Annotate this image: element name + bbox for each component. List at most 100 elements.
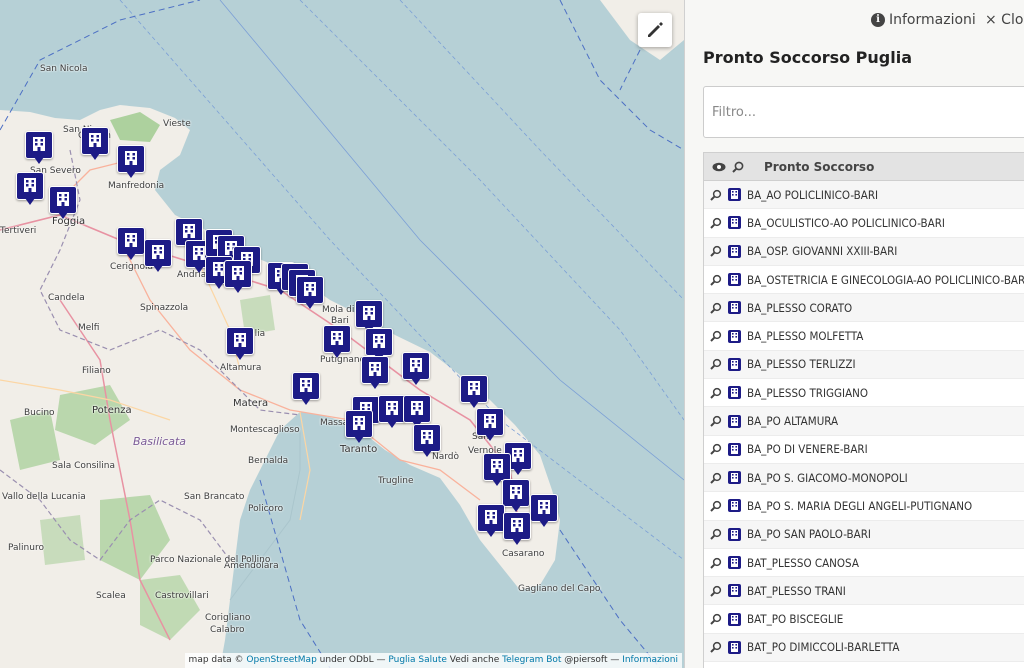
hospital-building-icon bbox=[24, 178, 36, 192]
hospital-marker[interactable] bbox=[292, 372, 320, 406]
place-label: Bucino bbox=[24, 408, 55, 418]
list-item[interactable]: BA_PLESSO TRIGGIANO bbox=[704, 379, 1024, 408]
list-item[interactable]: BA_PLESSO TERLIZZI bbox=[704, 350, 1024, 380]
hospital-marker[interactable] bbox=[117, 227, 145, 261]
pencil-icon bbox=[648, 22, 663, 37]
zoom-to-icon[interactable] bbox=[710, 613, 722, 625]
list-item[interactable]: BAT_PLESSO TRANI bbox=[704, 577, 1024, 606]
eye-icon[interactable] bbox=[712, 162, 726, 172]
hospital-building-icon bbox=[89, 133, 101, 147]
filter-input[interactable] bbox=[703, 86, 1024, 138]
list-item-label: BA_OSTETRICIA E GINECOLOGIA-AO POLICLINI… bbox=[747, 272, 1024, 287]
hospital-marker[interactable] bbox=[477, 504, 505, 538]
hospital-marker[interactable] bbox=[361, 356, 389, 390]
zoom-to-icon[interactable] bbox=[710, 189, 722, 201]
hospital-marker[interactable] bbox=[345, 410, 373, 444]
map-view[interactable]: San NicolaSan NicGarganViesteSan SeveroM… bbox=[0, 0, 684, 668]
hospital-building-icon bbox=[491, 459, 503, 473]
zoom-to-icon[interactable] bbox=[710, 217, 722, 229]
list-item[interactable]: BA_PO S. GIACOMO-MONOPOLI bbox=[704, 463, 1024, 493]
info-link-attribution[interactable]: Informazioni bbox=[622, 655, 678, 665]
hospital-marker[interactable] bbox=[402, 352, 430, 386]
hospital-building-icon bbox=[728, 527, 741, 541]
hospital-marker[interactable] bbox=[49, 186, 77, 220]
zoom-to-icon[interactable] bbox=[710, 387, 722, 399]
hospital-marker[interactable] bbox=[25, 131, 53, 165]
list-item[interactable]: BA_PO SAN PAOLO-BARI bbox=[704, 520, 1024, 549]
hospital-marker[interactable] bbox=[378, 395, 406, 429]
feature-list: Pronto Soccorso BA_AO POLICLINICO-BARI BA… bbox=[703, 152, 1024, 668]
hospital-marker[interactable] bbox=[503, 512, 531, 546]
list-item[interactable]: BA_PLESSO CORATO bbox=[704, 294, 1024, 323]
zoom-to-icon[interactable] bbox=[710, 472, 722, 484]
list-item[interactable]: BA_OCULISTICO-AO POLICLINICO-BARI bbox=[704, 209, 1024, 238]
hospital-building-icon bbox=[300, 378, 312, 392]
hospital-building-icon bbox=[728, 612, 741, 626]
list-item[interactable]: BAT_PO L. BONOMO-ANDRIA bbox=[704, 662, 1024, 668]
openstreetmap-link[interactable]: OpenStreetMap bbox=[246, 655, 316, 665]
zoom-to-icon[interactable] bbox=[710, 500, 722, 512]
hospital-building-icon bbox=[728, 640, 741, 654]
zoom-to-icon[interactable] bbox=[710, 528, 722, 540]
hospital-marker[interactable] bbox=[323, 325, 351, 359]
attribution-author: @piersoft — bbox=[561, 655, 623, 665]
list-item[interactable]: BA_AO POLICLINICO-BARI bbox=[704, 181, 1024, 210]
place-label: Casarano bbox=[502, 549, 545, 559]
list-item[interactable]: BAT_PLESSO CANOSA bbox=[704, 549, 1024, 578]
list-item[interactable]: BAT_PO DIMICCOLI-BARLETTA bbox=[704, 633, 1024, 663]
place-label: Vieste bbox=[163, 119, 191, 129]
place-label: Matera bbox=[233, 398, 269, 409]
hospital-building-icon bbox=[538, 500, 550, 514]
hospital-building-icon bbox=[373, 334, 385, 348]
zoom-all-icon[interactable] bbox=[732, 161, 744, 173]
panel-toolbar: i Informazioni × Close bbox=[685, 0, 1024, 44]
hospital-building-icon bbox=[183, 224, 195, 238]
list-item[interactable]: BA_PO S. MARIA DEGLI ANGELI-PUTIGNANO bbox=[704, 492, 1024, 521]
zoom-to-icon[interactable] bbox=[710, 415, 722, 427]
hospital-marker[interactable] bbox=[224, 260, 252, 294]
hospital-building-icon bbox=[33, 137, 45, 151]
hospital-marker[interactable] bbox=[226, 327, 254, 361]
list-item-label: BA_PO DI VENERE-BARI bbox=[747, 442, 868, 457]
list-rows: BA_AO POLICLINICO-BARI BA_OCULISTICO-AO P… bbox=[704, 181, 1024, 668]
zoom-to-icon[interactable] bbox=[710, 358, 722, 371]
edit-button[interactable] bbox=[638, 13, 672, 47]
list-item-label: BA_AO POLICLINICO-BARI bbox=[747, 187, 879, 202]
info-button[interactable]: i Informazioni bbox=[871, 12, 976, 28]
hospital-marker[interactable] bbox=[16, 172, 44, 206]
list-item[interactable]: BA_PO ALTAMURA bbox=[704, 407, 1024, 436]
hospital-building-icon bbox=[125, 233, 137, 247]
zoom-to-icon[interactable] bbox=[710, 557, 722, 569]
hospital-marker[interactable] bbox=[81, 127, 109, 161]
zoom-to-icon[interactable] bbox=[710, 330, 722, 342]
list-item[interactable]: BA_PLESSO MOLFETTA bbox=[704, 322, 1024, 351]
list-item[interactable]: BA_OSP. GIOVANNI XXIII-BARI bbox=[704, 237, 1024, 266]
zoom-to-icon[interactable] bbox=[710, 585, 722, 597]
zoom-to-icon[interactable] bbox=[710, 443, 722, 456]
list-item-label: BA_PLESSO CORATO bbox=[747, 300, 853, 315]
hospital-marker[interactable] bbox=[530, 494, 558, 528]
zoom-to-icon[interactable] bbox=[710, 245, 722, 257]
zoom-to-icon[interactable] bbox=[710, 641, 722, 654]
puglia-salute-link[interactable]: Puglia Salute bbox=[388, 655, 447, 665]
zoom-to-icon[interactable] bbox=[710, 302, 722, 314]
hospital-marker[interactable] bbox=[117, 145, 145, 179]
hospital-marker[interactable] bbox=[460, 375, 488, 409]
place-label: Massa bbox=[320, 418, 349, 428]
hospital-marker[interactable] bbox=[413, 424, 441, 458]
hospital-marker[interactable] bbox=[296, 276, 324, 310]
list-item[interactable]: BAT_PO BISCEGLIE bbox=[704, 605, 1024, 634]
list-item[interactable]: BA_OSTETRICIA E GINECOLOGIA-AO POLICLINI… bbox=[704, 266, 1024, 295]
hospital-building-icon bbox=[125, 151, 137, 165]
zoom-to-icon[interactable] bbox=[710, 274, 722, 286]
hospital-marker[interactable] bbox=[476, 408, 504, 442]
telegram-bot-link[interactable]: Telegram Bot bbox=[502, 655, 561, 665]
close-button[interactable]: × Close bbox=[985, 12, 1024, 28]
hospital-marker[interactable] bbox=[502, 479, 530, 513]
list-item[interactable]: BA_PO DI VENERE-BARI bbox=[704, 436, 1024, 464]
list-item-label: BA_PO ALTAMURA bbox=[747, 414, 839, 429]
map-attribution: map data © OpenStreetMap under ODbL — Pu… bbox=[184, 653, 682, 668]
hospital-marker[interactable] bbox=[144, 239, 172, 273]
place-label: Manfredonia bbox=[108, 181, 165, 191]
place-label: Altamura bbox=[220, 363, 262, 373]
